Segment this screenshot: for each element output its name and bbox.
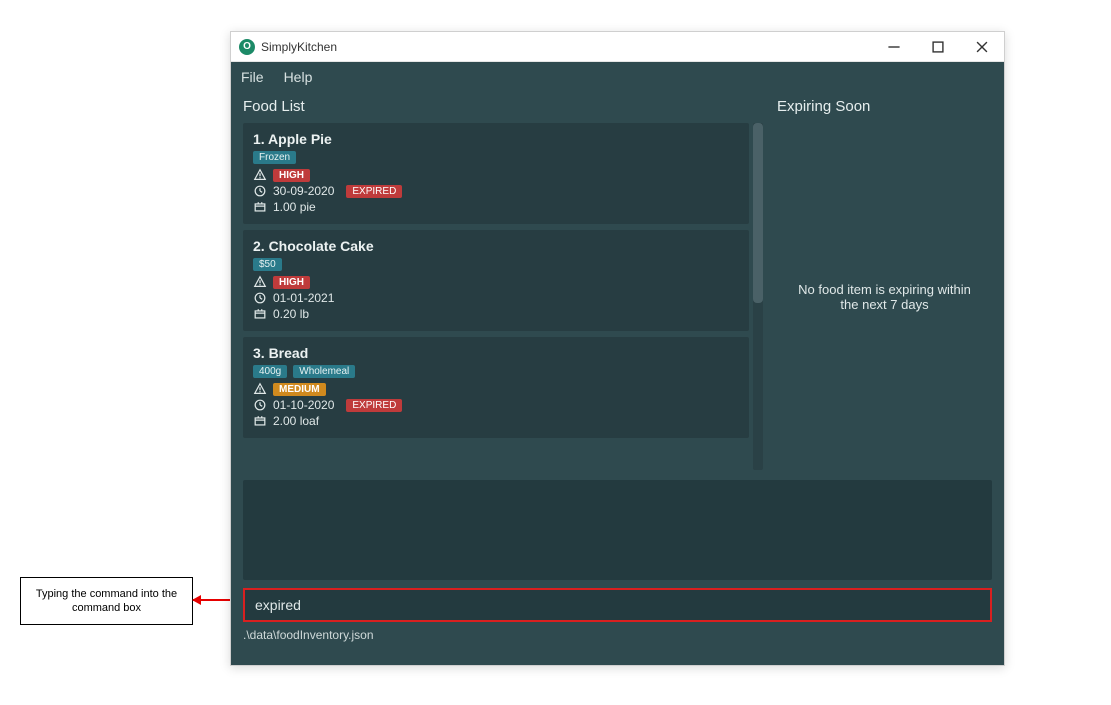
quantity-value: 1.00 pie [273, 200, 316, 214]
priority-row: MEDIUM [253, 382, 739, 396]
expired-badge: EXPIRED [346, 185, 402, 198]
food-title: 1. Apple Pie [253, 131, 739, 147]
maximize-button[interactable] [916, 32, 960, 62]
warning-icon [253, 275, 267, 289]
food-card[interactable]: 2. Chocolate Cake $50 HIGH 01-01-2021 0.20 l… [243, 230, 749, 331]
date-row: 01-10-2020 EXPIRED [253, 398, 739, 412]
food-tag: 400g [253, 365, 287, 378]
expiry-date: 01-10-2020 [273, 398, 334, 412]
food-title: 2. Chocolate Cake [253, 238, 739, 254]
command-box-wrap [243, 588, 992, 622]
date-row: 01-01-2021 [253, 291, 739, 305]
priority-badge: HIGH [273, 169, 310, 182]
food-card[interactable]: 3. Bread 400g Wholemeal MEDIUM 01-10-2020 EXP… [243, 337, 749, 438]
date-row: 30-09-2020 EXPIRED [253, 184, 739, 198]
expiry-date: 01-01-2021 [273, 291, 334, 305]
expiring-panel: Expiring Soon No food item is expiring w… [773, 92, 1004, 470]
menubar: File Help [231, 62, 1004, 92]
food-list-panel: Food List 1. Apple Pie Frozen HIGH 30-09-20… [231, 92, 773, 470]
menu-help[interactable]: Help [284, 69, 313, 85]
food-tag: Frozen [253, 151, 296, 164]
quantity-row: 1.00 pie [253, 200, 739, 214]
clock-icon [253, 291, 267, 305]
command-input[interactable] [243, 588, 992, 622]
expiring-title: Expiring Soon [777, 92, 992, 123]
clock-icon [253, 184, 267, 198]
food-list-title: Food List [243, 92, 763, 123]
food-title: 3. Bread [253, 345, 739, 361]
warning-icon [253, 382, 267, 396]
quantity-value: 0.20 lb [273, 307, 309, 321]
clock-icon [253, 398, 267, 412]
minimize-icon [887, 40, 901, 54]
titlebar: O SimplyKitchen [231, 32, 1004, 62]
food-list-wrap: 1. Apple Pie Frozen HIGH 30-09-2020 EXPIRED 1… [243, 123, 763, 470]
expired-badge: EXPIRED [346, 399, 402, 412]
scrollbar[interactable] [753, 123, 763, 470]
box-icon [253, 414, 267, 428]
menu-file[interactable]: File [241, 69, 264, 85]
window-title: SimplyKitchen [261, 40, 872, 54]
statusbar-path: .\data\foodInventory.json [231, 628, 1004, 648]
expiring-message: No food item is expiring within the next… [777, 123, 992, 470]
app-body: File Help Food List 1. Apple Pie Frozen HI… [231, 62, 1004, 665]
priority-badge: HIGH [273, 276, 310, 289]
priority-row: HIGH [253, 275, 739, 289]
tag-row: $50 [253, 258, 739, 271]
box-icon [253, 307, 267, 321]
app-window: O SimplyKitchen File Help Food List 1. A… [230, 31, 1005, 666]
annotation-text: Typing the command into the command box [25, 587, 188, 616]
close-button[interactable] [960, 32, 1004, 62]
quantity-row: 0.20 lb [253, 307, 739, 321]
priority-badge: MEDIUM [273, 383, 326, 396]
food-card[interactable]: 1. Apple Pie Frozen HIGH 30-09-2020 EXPIRED 1… [243, 123, 749, 224]
priority-row: HIGH [253, 168, 739, 182]
output-area [243, 480, 992, 580]
food-list: 1. Apple Pie Frozen HIGH 30-09-2020 EXPIRED 1… [243, 123, 749, 470]
window-controls [872, 32, 1004, 62]
app-icon: O [239, 39, 255, 55]
close-icon [975, 40, 989, 54]
quantity-row: 2.00 loaf [253, 414, 739, 428]
annotation-callout: Typing the command into the command box [20, 577, 193, 625]
food-tag: Wholemeal [293, 365, 355, 378]
maximize-icon [931, 40, 945, 54]
warning-icon [253, 168, 267, 182]
expiry-date: 30-09-2020 [273, 184, 334, 198]
box-icon [253, 200, 267, 214]
food-tag: $50 [253, 258, 282, 271]
minimize-button[interactable] [872, 32, 916, 62]
tag-row: 400g Wholemeal [253, 365, 739, 378]
tag-row: Frozen [253, 151, 739, 164]
main-panels: Food List 1. Apple Pie Frozen HIGH 30-09-20… [231, 92, 1004, 470]
scrollbar-thumb[interactable] [753, 123, 763, 303]
quantity-value: 2.00 loaf [273, 414, 319, 428]
